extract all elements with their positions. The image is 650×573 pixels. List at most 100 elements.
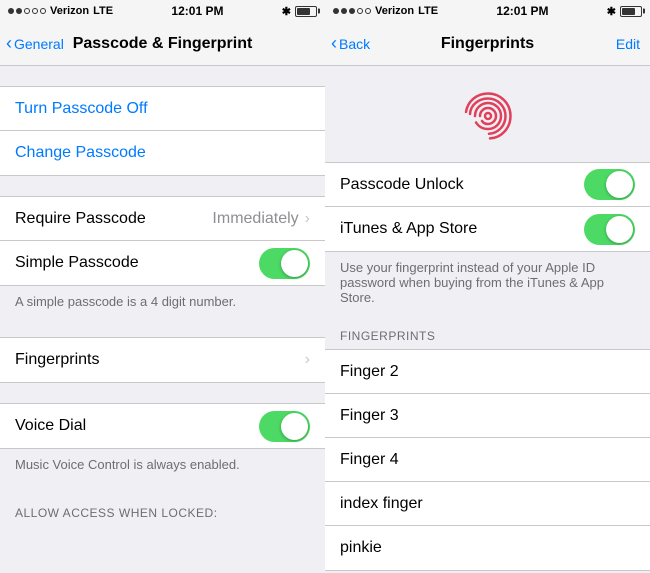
voice-dial-knob (281, 413, 308, 440)
right-nav-bar: ‹ Back Fingerprints Edit (325, 22, 650, 66)
change-passcode-row[interactable]: Change Passcode (0, 131, 325, 175)
change-passcode-label: Change Passcode (15, 144, 146, 162)
voice-dial-group: Voice Dial (0, 403, 325, 449)
simple-passcode-note: A simple passcode is a 4 digit number. (0, 286, 325, 317)
finger-4-row[interactable]: Finger 4 (325, 438, 650, 482)
right-time: 12:01 PM (496, 4, 548, 18)
simple-passcode-row: Simple Passcode (0, 241, 325, 285)
left-status-bar: Verizon LTE 12:01 PM ✱ (0, 0, 325, 22)
right-panel: Verizon LTE 12:01 PM ✱ ‹ Back Fingerprin… (325, 0, 650, 573)
left-back-button[interactable]: ‹ General (6, 35, 64, 52)
right-nav-title: Fingerprints (441, 35, 534, 53)
right-status-right: ✱ (607, 5, 642, 18)
right-back-button[interactable]: ‹ Back (331, 35, 370, 52)
carrier-label: Verizon (50, 5, 89, 17)
finger-3-row[interactable]: Finger 3 (325, 394, 650, 438)
require-simple-group: Require Passcode Immediately › Simple Pa… (0, 196, 325, 286)
left-back-label: General (14, 36, 64, 52)
left-nav-title-bold: Passcode & Fingerprint (73, 35, 253, 52)
right-battery-fill (622, 8, 635, 15)
r-dot-2 (341, 8, 347, 14)
fingerprints-section-header: FINGERPRINTS (325, 323, 650, 349)
turn-passcode-off-row[interactable]: Turn Passcode Off (0, 87, 325, 131)
top-gap (0, 66, 325, 86)
fingerprint-hero (325, 66, 650, 162)
fingerprints-label: Fingerprints (15, 351, 305, 369)
index-finger-label: index finger (340, 495, 423, 513)
battery-icon (295, 6, 317, 17)
passcode-actions-group: Turn Passcode Off Change Passcode (0, 86, 325, 176)
itunes-app-store-knob (606, 216, 633, 243)
dot-1 (8, 8, 14, 14)
r-dot-3 (349, 8, 355, 14)
fingerprint-icon (458, 86, 518, 146)
simple-passcode-label: Simple Passcode (15, 254, 259, 272)
passcode-unlock-toggle[interactable] (584, 169, 635, 200)
simple-passcode-knob (281, 250, 308, 277)
require-passcode-row[interactable]: Require Passcode Immediately › (0, 197, 325, 241)
right-bluetooth-icon: ✱ (607, 5, 616, 18)
left-status-left: Verizon LTE (8, 5, 113, 17)
voice-dial-toggle[interactable] (259, 411, 310, 442)
right-battery-icon (620, 6, 642, 17)
dot-3 (24, 8, 30, 14)
dot-2 (16, 8, 22, 14)
pinkie-label: pinkie (340, 539, 382, 557)
passcode-unlock-knob (606, 171, 633, 198)
finger-4-label: Finger 4 (340, 451, 399, 469)
r-dot-1 (333, 8, 339, 14)
fingerprints-chevron-icon: › (305, 351, 310, 369)
itunes-app-store-label: iTunes & App Store (340, 220, 584, 238)
voice-dial-label: Voice Dial (15, 417, 259, 435)
left-nav-bar: ‹ General Passcode & Fingerprint (0, 22, 325, 66)
right-status-bar: Verizon LTE 12:01 PM ✱ (325, 0, 650, 22)
voice-dial-row: Voice Dial (0, 404, 325, 448)
gap-2 (0, 317, 325, 337)
itunes-app-store-row: iTunes & App Store (325, 207, 650, 251)
dot-4 (32, 8, 38, 14)
finger-2-row[interactable]: Finger 2 (325, 350, 650, 394)
right-signal-dots (333, 8, 371, 14)
allow-access-header: ALLOW ACCESS WHEN LOCKED: (0, 500, 325, 526)
turn-passcode-off-label: Turn Passcode Off (15, 100, 148, 118)
itunes-app-store-toggle[interactable] (584, 214, 635, 245)
voice-dial-note: Music Voice Control is always enabled. (0, 449, 325, 480)
left-nav-title: Passcode & Fingerprint (73, 35, 253, 53)
gap-3 (0, 383, 325, 403)
left-status-right: ✱ (282, 5, 317, 18)
right-back-chevron: ‹ (331, 34, 337, 52)
left-time: 12:01 PM (171, 4, 223, 18)
require-chevron-icon: › (305, 210, 310, 228)
fingerprints-group: Fingerprints › (0, 337, 325, 383)
right-back-label: Back (339, 36, 370, 52)
right-edit-button[interactable]: Edit (616, 36, 640, 52)
network-label: LTE (93, 5, 113, 17)
require-passcode-value: Immediately (212, 210, 298, 228)
fingerprint-description: Use your fingerprint instead of your App… (325, 252, 650, 313)
right-nav-title-text: Fingerprints (441, 35, 534, 52)
simple-passcode-toggle[interactable] (259, 248, 310, 279)
passcode-unlock-row: Passcode Unlock (325, 163, 650, 207)
fingerprints-row[interactable]: Fingerprints › (0, 338, 325, 382)
r-dot-5 (365, 8, 371, 14)
fingerprints-list-group: Finger 2 Finger 3 Finger 4 index finger … (325, 349, 650, 571)
gap-1 (0, 176, 325, 196)
bluetooth-icon: ✱ (282, 5, 291, 18)
fingerprint-toggles-group: Passcode Unlock iTunes & App Store (325, 162, 650, 252)
pinkie-row[interactable]: pinkie (325, 526, 650, 570)
dot-5 (40, 8, 46, 14)
right-status-left: Verizon LTE (333, 5, 438, 17)
r-dot-4 (357, 8, 363, 14)
gap-4 (0, 480, 325, 500)
left-panel: Verizon LTE 12:01 PM ✱ ‹ General Passcod… (0, 0, 325, 573)
passcode-unlock-label: Passcode Unlock (340, 176, 584, 194)
battery-fill (297, 8, 310, 15)
right-settings-content: Passcode Unlock iTunes & App Store Use y… (325, 66, 650, 573)
right-network-label: LTE (418, 5, 438, 17)
signal-dots (8, 8, 46, 14)
require-passcode-label: Require Passcode (15, 210, 212, 228)
left-back-chevron: ‹ (6, 34, 12, 52)
finger-2-label: Finger 2 (340, 363, 399, 381)
finger-3-label: Finger 3 (340, 407, 399, 425)
index-finger-row[interactable]: index finger (325, 482, 650, 526)
